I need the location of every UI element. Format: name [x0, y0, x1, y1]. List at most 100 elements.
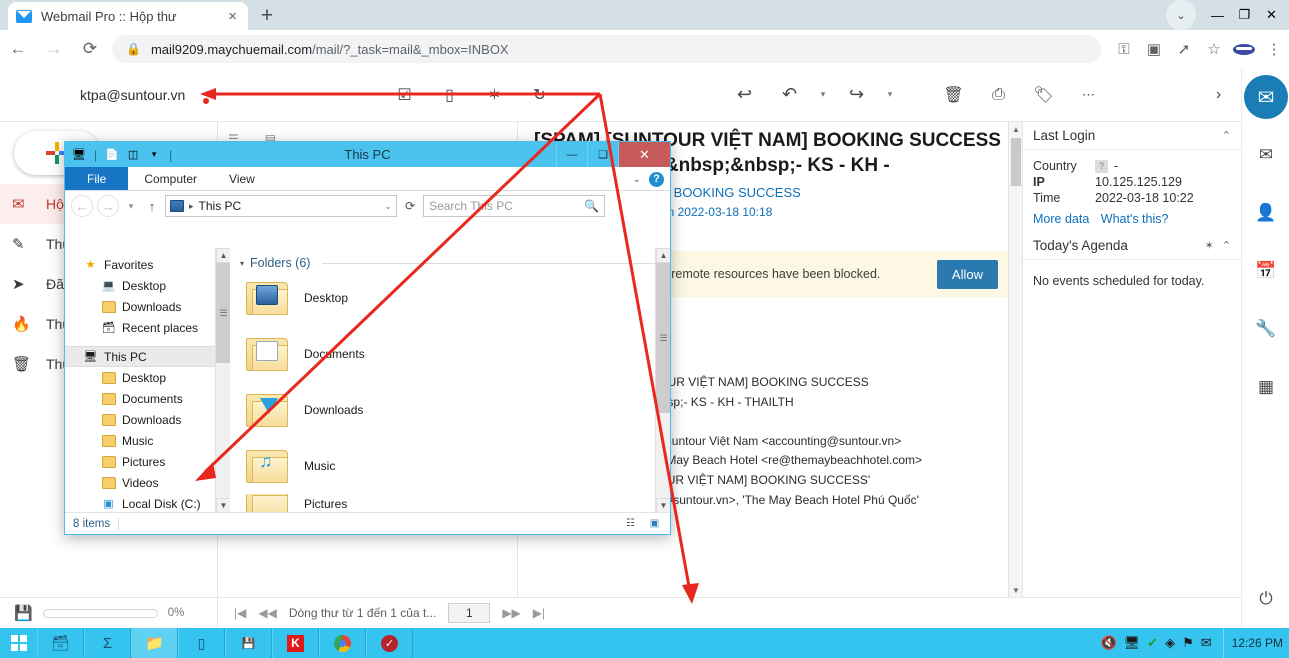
list-item[interactable]: ♫ Music: [240, 438, 670, 494]
reply-icon[interactable]: ↩: [722, 68, 767, 122]
mail-tray-icon[interactable]: ✉: [1201, 635, 1212, 651]
volume-muted-icon[interactable]: 🔇: [1100, 635, 1116, 651]
more-ellipsis-icon[interactable]: ⋯: [1066, 68, 1111, 122]
large-icons-view-icon[interactable]: ▣: [647, 517, 662, 530]
last-login-header[interactable]: Last Login ⌃: [1023, 122, 1241, 150]
ribbon-tab-computer[interactable]: Computer: [128, 167, 213, 190]
explorer-maximize-button[interactable]: ❑: [587, 142, 618, 167]
scroll-up-icon[interactable]: ▲: [656, 248, 670, 263]
rail-settings-wrench-icon[interactable]: 🔧: [1242, 300, 1289, 358]
allow-button[interactable]: Allow: [936, 259, 998, 289]
collapse-triangle-icon[interactable]: ▾: [240, 259, 244, 268]
taskbar-window-icon[interactable]: ▯: [178, 628, 225, 658]
scrollbar-thumb[interactable]: [1011, 138, 1021, 186]
menu-kebab-icon[interactable]: ⋮: [1259, 34, 1289, 64]
scrollbar-thumb[interactable]: ☰: [656, 263, 670, 413]
new-tab-button[interactable]: +: [252, 2, 282, 30]
taskbar-server-manager-icon[interactable]: 🗃: [37, 628, 84, 658]
scroll-down-icon[interactable]: ▼: [656, 498, 670, 513]
ribbon-tab-view[interactable]: View: [213, 167, 271, 190]
explorer-close-button[interactable]: ✕: [618, 142, 670, 167]
extension-icon[interactable]: [1229, 34, 1259, 64]
chevron-down-icon[interactable]: ⌄: [633, 174, 641, 185]
file-explorer-window[interactable]: 🖥 | 📄 ◫ ▾ | This PC — ❑ ✕ File Computer …: [64, 141, 671, 535]
rail-calendar-icon[interactable]: 📅: [1242, 242, 1289, 300]
explorer-minimize-button[interactable]: —: [556, 142, 587, 167]
scroll-down-icon[interactable]: ▼: [216, 498, 231, 513]
scrollbar-thumb[interactable]: ☰: [216, 263, 231, 363]
explorer-back-icon[interactable]: ←: [71, 195, 93, 217]
select-checkbox-icon[interactable]: ☑: [382, 68, 427, 122]
taskbar-powershell-icon[interactable]: Σ: [84, 628, 131, 658]
tree-item-pictures[interactable]: Pictures: [65, 451, 215, 472]
next-chevron-icon[interactable]: ›: [1196, 68, 1241, 122]
taskbar-save64-icon[interactable]: 💾: [225, 628, 272, 658]
diamond-icon[interactable]: ◈: [1165, 635, 1175, 651]
tree-item-downloads[interactable]: Downloads: [65, 409, 215, 430]
taskbar-unikey-icon[interactable]: ✓: [366, 628, 413, 658]
list-item[interactable]: Desktop: [240, 270, 670, 326]
thread-mode-icon[interactable]: ▯: [427, 68, 472, 122]
recent-locations-caret-icon[interactable]: ▾: [123, 201, 139, 212]
explorer-refresh-icon[interactable]: ⟳: [401, 199, 419, 213]
chevron-down-icon[interactable]: ⌄: [1166, 0, 1196, 30]
delete-trash-icon[interactable]: 🗑: [931, 68, 976, 122]
rail-contacts-icon[interactable]: 👤: [1242, 184, 1289, 242]
tree-item-desktop[interactable]: Desktop: [65, 367, 215, 388]
forward-caret-icon[interactable]: ▾: [879, 68, 901, 122]
explorer-title-bar[interactable]: 🖥 | 📄 ◫ ▾ | This PC — ❑ ✕: [65, 142, 670, 167]
close-icon[interactable]: ×: [225, 8, 240, 25]
key-icon[interactable]: ⚿: [1109, 34, 1139, 64]
share-icon[interactable]: ➚: [1169, 34, 1199, 64]
tree-item-this-pc[interactable]: 🖥 This PC: [65, 346, 215, 367]
chevron-up-icon[interactable]: ⌃: [1222, 129, 1231, 142]
more-data-link[interactable]: More data: [1033, 212, 1089, 226]
tree-item-recent-places[interactable]: 🗃 Recent places: [65, 317, 215, 338]
tree-item-favorites[interactable]: ★ Favorites: [65, 254, 215, 275]
properties-icon[interactable]: ◫: [125, 147, 141, 163]
agenda-header[interactable]: Today's Agenda ✶ ⌃: [1023, 232, 1241, 260]
list-item[interactable]: Documents: [240, 326, 670, 382]
tree-item-local-disk[interactable]: ▣ Local Disk (C:): [65, 493, 215, 513]
group-header[interactable]: ▾ Folders (6): [240, 256, 670, 270]
content-scrollbar[interactable]: ▲ ☰ ▼: [655, 248, 670, 513]
scroll-up-icon[interactable]: ▲: [216, 248, 231, 263]
browser-tab[interactable]: Webmail Pro :: Hộp thư ×: [8, 2, 248, 30]
gear-icon[interactable]: ✶: [1205, 239, 1214, 252]
magnifier-icon[interactable]: 🔍: [584, 199, 599, 213]
explorer-up-icon[interactable]: ↑: [143, 199, 161, 214]
pager-last-icon[interactable]: ▶|: [533, 606, 545, 620]
taskbar-file-explorer-icon[interactable]: 📁: [131, 628, 178, 658]
explorer-forward-icon[interactable]: →: [97, 195, 119, 217]
list-item[interactable]: Pictures: [240, 494, 670, 513]
maximize-button[interactable]: ❐: [1231, 3, 1258, 27]
rail-mail-icon[interactable]: ✉: [1242, 126, 1289, 184]
forward-icon[interactable]: →: [36, 33, 72, 65]
scroll-down-icon[interactable]: ▼: [1009, 583, 1022, 597]
tree-scrollbar[interactable]: ▲ ☰ ▼: [215, 248, 231, 513]
close-window-button[interactable]: ✕: [1258, 3, 1285, 27]
list-item[interactable]: Downloads: [240, 382, 670, 438]
minimize-button[interactable]: —: [1204, 3, 1231, 27]
options-gear-icon[interactable]: ✶: [472, 68, 517, 122]
rail-power-icon[interactable]: ⏻: [1242, 584, 1289, 614]
pc-icon[interactable]: 🖥: [71, 147, 87, 163]
help-icon[interactable]: ?: [649, 171, 664, 187]
page-number-input[interactable]: 1: [448, 603, 491, 623]
pager-first-icon[interactable]: |◀: [234, 606, 246, 620]
rail-apps-grid-icon[interactable]: ▦: [1242, 358, 1289, 416]
tree-item-desktop-fav[interactable]: 💻 Desktop: [65, 275, 215, 296]
unikey-tray-icon[interactable]: ✔: [1147, 635, 1158, 651]
details-view-icon[interactable]: ☷: [623, 517, 638, 530]
scroll-up-icon[interactable]: ▲: [1009, 122, 1022, 136]
message-scrollbar[interactable]: ▲ ▼: [1008, 122, 1022, 597]
taskbar-chrome-icon[interactable]: [319, 628, 366, 658]
network-icon[interactable]: 🖥: [1124, 635, 1141, 651]
tree-item-videos[interactable]: Videos: [65, 472, 215, 493]
chevron-down-icon[interactable]: ⌄: [384, 201, 392, 212]
refresh-icon[interactable]: ↻: [517, 68, 562, 122]
ribbon-tab-file[interactable]: File: [65, 167, 129, 190]
pager-prev-icon[interactable]: ◀◀: [258, 606, 276, 620]
explorer-search-input[interactable]: Search This PC 🔍: [423, 195, 606, 217]
address-bar[interactable]: 🔒 mail9209.maychuemail.com/mail/?_task=m…: [112, 35, 1101, 63]
